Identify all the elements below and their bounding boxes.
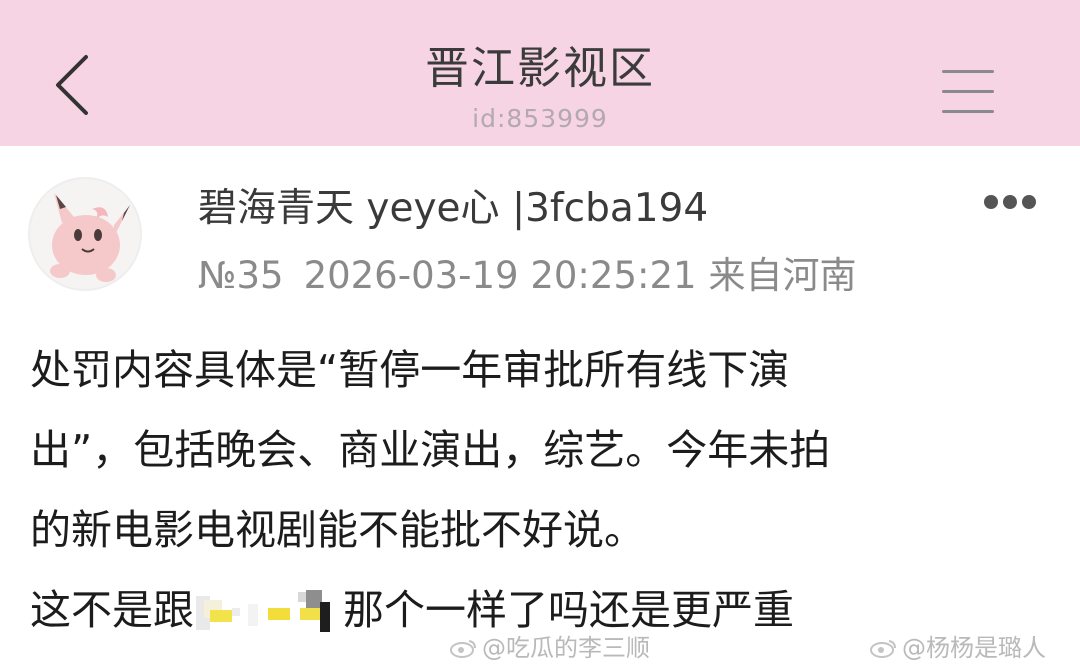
watermark-text: @吃瓜的李三顺 <box>482 634 650 662</box>
author-hash: |3fcba194 <box>511 186 709 231</box>
content-text: 那个一样了吗还是更严重 <box>343 586 794 634</box>
page-title: 晋江影视区 <box>425 43 655 94</box>
author-line: 碧海青天 yeye心 |3fcba194 <box>198 177 708 233</box>
weibo-icon <box>870 636 898 658</box>
post-content: 处罚内容具体是“暂停一年审批所有线下演 出”，包括晚会、商业演出，综艺。今年未拍… <box>30 330 1040 650</box>
clefairy-avatar-icon <box>30 193 140 289</box>
avatar[interactable] <box>28 177 142 291</box>
post-timestamp: 2026-03-19 20:25:21 <box>303 254 697 297</box>
top-bar: 晋江影视区 id:853999 <box>0 0 1080 146</box>
weibo-icon <box>450 636 478 658</box>
hamburger-line <box>942 90 994 93</box>
hamburger-menu-icon <box>942 70 994 73</box>
board-id: id:853999 <box>472 104 608 133</box>
page: 晋江影视区 id:853999 碧海青天 yeye心 |3fcba194 №35… <box>0 0 1080 671</box>
watermark-text: @杨杨是璐人 <box>902 634 1046 662</box>
watermark-right: @杨杨是璐人 <box>870 628 1046 663</box>
content-line: 出”，包括晚会、商业演出，综艺。今年未拍 <box>30 426 831 474</box>
floor-number: №35 <box>198 254 284 297</box>
content-text: 这不是跟 <box>30 586 194 634</box>
content-line: 处罚内容具体是“暂停一年审批所有线下演 <box>30 346 790 394</box>
content-line: 的新电影电视剧能不能批不好说。 <box>30 506 645 554</box>
author-name[interactable]: 碧海青天 yeye心 <box>198 186 500 231</box>
censored-mosaic <box>196 590 341 636</box>
post-meta: №35 2026-03-19 20:25:21 来自河南 <box>198 245 877 299</box>
more-options-button[interactable] <box>978 190 1042 216</box>
menu-button[interactable] <box>938 66 998 116</box>
hamburger-line <box>942 110 994 113</box>
watermark-left: @吃瓜的李三顺 <box>450 628 650 663</box>
post-location: 来自河南 <box>708 254 857 297</box>
